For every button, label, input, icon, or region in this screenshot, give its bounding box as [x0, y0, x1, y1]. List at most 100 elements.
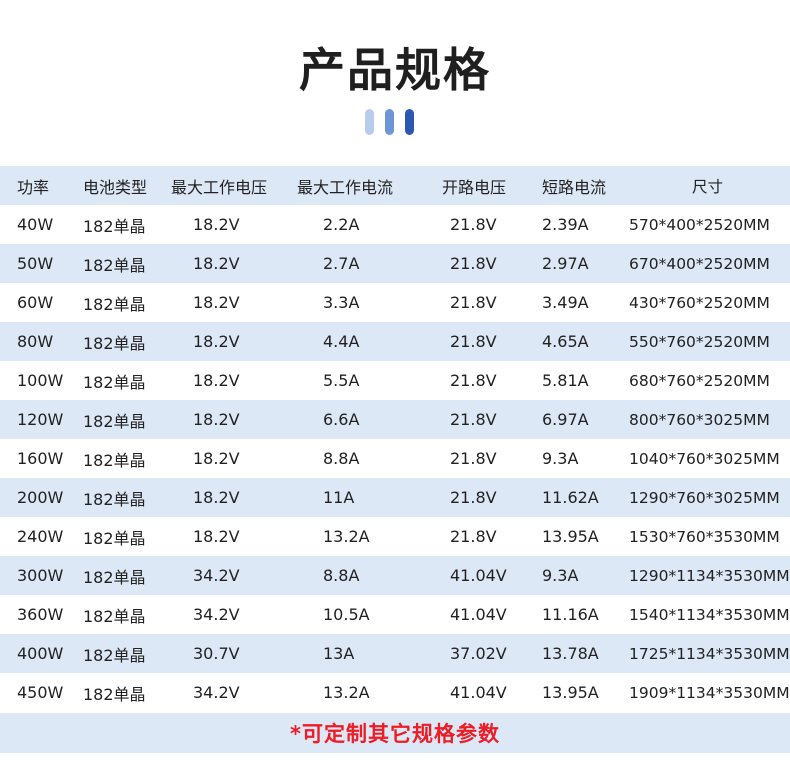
table-row: 40W 182单晶 18.2V 2.2A 21.8V 2.39A 570*400*2520M… — [0, 205, 790, 244]
cell-cell-type: 182单晶 — [83, 294, 146, 314]
cell-max-voltage: 18.2V — [193, 371, 240, 390]
cell-size: 670*400*2520MM — [629, 254, 770, 273]
cell-open-circuit-voltage: 21.8V — [450, 488, 497, 507]
cell-max-current: 8.8A — [323, 566, 360, 585]
cell-cell-type: 182单晶 — [83, 372, 146, 392]
cell-max-current: 5.5A — [323, 371, 360, 390]
cell-short-circuit-current: 2.97A — [542, 254, 589, 273]
cell-short-circuit-current: 3.49A — [542, 293, 589, 312]
cell-open-circuit-voltage: 21.8V — [450, 371, 497, 390]
decor-bar-dark — [405, 109, 414, 135]
cell-short-circuit-current: 5.81A — [542, 371, 589, 390]
cell-open-circuit-voltage: 21.8V — [450, 410, 497, 429]
cell-max-current: 13A — [323, 644, 355, 663]
table-header-row: 功率 电池类型 最大工作电压 最大工作电流 开路电压 短路电流 尺寸 — [0, 166, 790, 205]
cell-cell-type: 182单晶 — [83, 216, 146, 236]
table-row: 450W 182单晶 34.2V 13.2A 41.04V 13.95A 1909*1134… — [0, 673, 790, 712]
cell-max-current: 10.5A — [323, 605, 370, 624]
cell-max-voltage: 18.2V — [193, 527, 240, 546]
cell-size: 1540*1134*3530MM — [629, 605, 790, 624]
cell-power: 400W — [17, 644, 64, 663]
header-size: 尺寸 — [691, 177, 723, 196]
cell-short-circuit-current: 11.62A — [542, 488, 599, 507]
cell-size: 1530*760*3530MM — [629, 527, 780, 546]
cell-power: 160W — [17, 449, 64, 468]
cell-max-voltage: 18.2V — [193, 254, 240, 273]
cell-open-circuit-voltage: 41.04V — [450, 566, 507, 585]
table-body: 40W 182单晶 18.2V 2.2A 21.8V 2.39A 570*400*2520M… — [0, 205, 790, 712]
spec-table: 功率 电池类型 最大工作电压 最大工作电流 开路电压 短路电流 尺寸 40W 18… — [0, 166, 790, 712]
decor-bar-light — [365, 109, 374, 135]
cell-size: 430*760*2520MM — [629, 293, 770, 312]
cell-short-circuit-current: 6.97A — [542, 410, 589, 429]
cell-size: 1909*1134*3530MM — [629, 683, 790, 702]
cell-power: 120W — [17, 410, 64, 429]
cell-open-circuit-voltage: 21.8V — [450, 254, 497, 273]
cell-max-current: 13.2A — [323, 527, 370, 546]
cell-size: 800*760*3025MM — [629, 410, 770, 429]
cell-size: 1290*760*3025MM — [629, 488, 780, 507]
table-row: 300W 182单晶 34.2V 8.8A 41.04V 9.3A 1290*1134*35… — [0, 556, 790, 595]
cell-cell-type: 182单晶 — [83, 606, 146, 626]
table-row: 120W 182单晶 18.2V 6.6A 21.8V 6.97A 800*760*3025… — [0, 400, 790, 439]
cell-open-circuit-voltage: 21.8V — [450, 293, 497, 312]
footer-note: *可定制其它规格参数 — [0, 713, 790, 753]
cell-short-circuit-current: 11.16A — [542, 605, 599, 624]
header-max-current: 最大工作电流 — [297, 177, 394, 197]
decor-bar-mid — [385, 109, 394, 135]
cell-max-current: 2.2A — [323, 215, 360, 234]
cell-open-circuit-voltage: 21.8V — [450, 449, 497, 468]
cell-max-current: 8.8A — [323, 449, 360, 468]
cell-open-circuit-voltage: 37.02V — [450, 644, 507, 663]
table-row: 50W 182单晶 18.2V 2.7A 21.8V 2.97A 670*400*2520M… — [0, 244, 790, 283]
cell-size: 550*760*2520MM — [629, 332, 770, 351]
cell-size: 1725*1134*3530MM — [629, 644, 790, 663]
table-row: 80W 182单晶 18.2V 4.4A 21.8V 4.65A 550*760*2520M… — [0, 322, 790, 361]
table-row: 100W 182单晶 18.2V 5.5A 21.8V 5.81A 680*760*2520… — [0, 361, 790, 400]
cell-max-voltage: 18.2V — [193, 449, 240, 468]
cell-open-circuit-voltage: 21.8V — [450, 527, 497, 546]
header-open-circuit-voltage: 开路电压 — [442, 177, 507, 197]
header-power: 功率 — [17, 177, 50, 197]
header-max-voltage: 最大工作电压 — [171, 177, 268, 197]
cell-power: 40W — [17, 215, 54, 234]
table-row: 400W 182单晶 30.7V 13A 37.02V 13.78A 1725*1134*3… — [0, 634, 790, 673]
table-row: 200W 182单晶 18.2V 11A 21.8V 11.62A 1290*760*302… — [0, 478, 790, 517]
cell-power: 450W — [17, 683, 64, 702]
cell-power: 300W — [17, 566, 64, 585]
table-row: 60W 182单晶 18.2V 3.3A 21.8V 3.49A 430*760*2520M… — [0, 283, 790, 322]
cell-short-circuit-current: 13.95A — [542, 527, 599, 546]
cell-size: 1290*1134*3530MM — [629, 566, 790, 585]
cell-power: 200W — [17, 488, 64, 507]
cell-max-voltage: 34.2V — [193, 605, 240, 624]
cell-short-circuit-current: 9.3A — [542, 449, 579, 468]
cell-open-circuit-voltage: 21.8V — [450, 215, 497, 234]
cell-power: 60W — [17, 293, 54, 312]
cell-size: 570*400*2520MM — [629, 215, 770, 234]
cell-open-circuit-voltage: 21.8V — [450, 332, 497, 351]
cell-cell-type: 182单晶 — [83, 450, 146, 470]
cell-cell-type: 182单晶 — [83, 255, 146, 275]
cell-max-voltage: 34.2V — [193, 683, 240, 702]
cell-max-voltage: 18.2V — [193, 410, 240, 429]
cell-max-voltage: 34.2V — [193, 566, 240, 585]
cell-max-voltage: 18.2V — [193, 488, 240, 507]
cell-short-circuit-current: 9.3A — [542, 566, 579, 585]
cell-max-current: 11A — [323, 488, 355, 507]
cell-cell-type: 182单晶 — [83, 528, 146, 548]
table-row: 240W 182单晶 18.2V 13.2A 21.8V 13.95A 1530*760*3… — [0, 517, 790, 556]
cell-cell-type: 182单晶 — [83, 567, 146, 587]
cell-max-voltage: 18.2V — [193, 293, 240, 312]
cell-max-voltage: 30.7V — [193, 644, 240, 663]
cell-cell-type: 182单晶 — [83, 684, 146, 704]
cell-max-current: 2.7A — [323, 254, 360, 273]
cell-max-current: 13.2A — [323, 683, 370, 702]
cell-size: 1040*760*3025MM — [629, 449, 780, 468]
cell-max-voltage: 18.2V — [193, 332, 240, 351]
table-row: 360W 182单晶 34.2V 10.5A 41.04V 11.16A 1540*1134… — [0, 595, 790, 634]
title-decoration — [365, 109, 414, 135]
cell-short-circuit-current: 13.78A — [542, 644, 599, 663]
cell-power: 100W — [17, 371, 64, 390]
cell-cell-type: 182单晶 — [83, 489, 146, 509]
header-cell-type: 电池类型 — [83, 177, 148, 197]
